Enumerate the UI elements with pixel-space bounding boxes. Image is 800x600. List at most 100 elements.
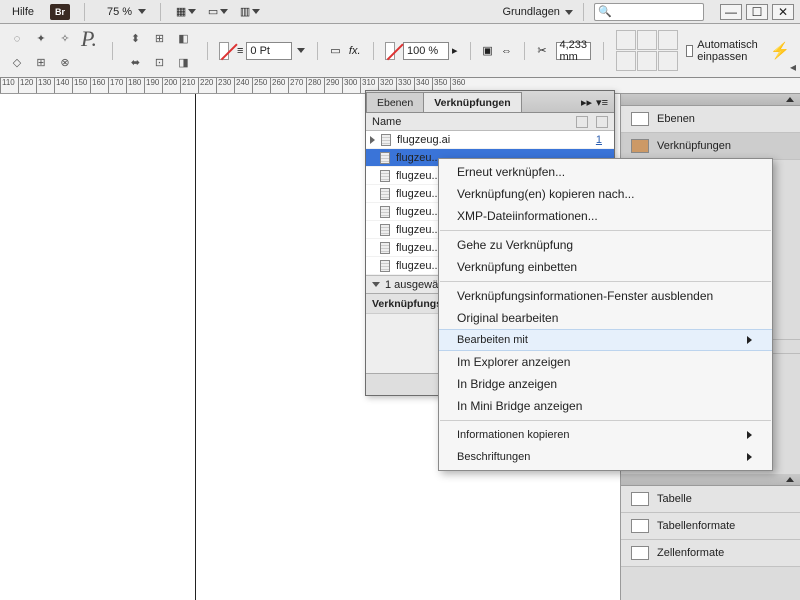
panel-tabelle[interactable]: Tabelle <box>621 486 800 513</box>
tool-icon[interactable]: ⬌ <box>125 52 147 74</box>
fit-button[interactable] <box>616 51 636 71</box>
tool-icon[interactable]: ⊞ <box>149 28 171 50</box>
panel-menu-icon[interactable]: ▾≡ <box>596 96 608 109</box>
ruler-tick: 120 <box>18 78 36 94</box>
tool-icon[interactable]: ◨ <box>173 52 195 74</box>
table-icon <box>631 492 649 506</box>
links-icon <box>631 139 649 153</box>
view-options-button[interactable]: ▦ <box>175 3 197 21</box>
menu-relink[interactable]: Erneut verknüpfen... <box>439 161 772 183</box>
ruler-tick: 230 <box>216 78 234 94</box>
close-button[interactable]: ✕ <box>772 4 794 20</box>
tool-icon[interactable]: ◧ <box>173 28 195 50</box>
separator <box>317 42 318 60</box>
menu-hide-link-info[interactable]: Verknüpfungsinformationen-Fenster ausble… <box>439 285 772 307</box>
ruler-tick: 150 <box>72 78 90 94</box>
tool-icon[interactable]: ◇ <box>6 52 28 74</box>
minimize-button[interactable]: — <box>720 4 742 20</box>
paragraph-icon[interactable]: P. <box>78 28 100 50</box>
workspace-switcher[interactable]: Grundlagen <box>502 6 573 18</box>
tool-icon[interactable]: ✧ <box>54 28 76 50</box>
menu-embed-link[interactable]: Verknüpfung einbetten <box>439 256 772 278</box>
maximize-button[interactable]: ☐ <box>746 4 768 20</box>
screen-mode-button[interactable]: ▭ <box>207 3 229 21</box>
tool-icon[interactable]: ✦ <box>30 28 52 50</box>
fx-button[interactable]: ▭ <box>330 42 341 60</box>
tool-icon[interactable]: ⊞ <box>30 52 52 74</box>
frame-fit-button[interactable]: ⇔ <box>501 42 512 60</box>
tool-icon[interactable] <box>78 52 100 74</box>
tool-icon[interactable]: ◌ <box>6 28 28 50</box>
opacity-field[interactable]: 100 % ▸ <box>403 42 458 60</box>
chevron-right-icon: ▸ <box>452 44 458 57</box>
layers-icon <box>631 112 649 126</box>
arrange-button[interactable]: ▥ <box>239 3 261 21</box>
link-filename: flugzeu... <box>396 242 441 254</box>
expand-triangle-icon[interactable] <box>370 136 375 144</box>
column-name[interactable]: Name <box>372 116 401 128</box>
menu-separator <box>440 420 771 421</box>
menu-copy-links-to[interactable]: Verknüpfung(en) kopieren nach... <box>439 183 772 205</box>
menu-copy-info[interactable]: Informationen kopieren <box>439 424 772 446</box>
menu-xmp-info[interactable]: XMP-Dateiinformationen... <box>439 205 772 227</box>
menu-goto-link[interactable]: Gehe zu Verknüpfung <box>439 234 772 256</box>
menu-show-in-minibridge[interactable]: In Mini Bridge anzeigen <box>439 395 772 417</box>
separator <box>603 42 604 60</box>
panel-tabellenformate[interactable]: Tabellenformate <box>621 513 800 540</box>
frame-fit-button[interactable]: ▣ <box>482 42 493 60</box>
fit-button[interactable] <box>658 51 678 71</box>
expand-icon[interactable]: ◂ <box>790 60 796 74</box>
menu-hilfe[interactable]: Hilfe <box>6 4 40 20</box>
menu-edit-with[interactable]: Bearbeiten mit <box>439 329 772 351</box>
panel-label: Tabelle <box>657 493 692 505</box>
panel-collapse-bar[interactable] <box>621 94 800 106</box>
tool-icon[interactable]: ⬍ <box>125 28 147 50</box>
panel-collapse-bar[interactable] <box>621 474 800 486</box>
no-fill-icon[interactable] <box>385 42 395 60</box>
tab-ebenen[interactable]: Ebenen <box>366 92 424 112</box>
menu-captions[interactable]: Beschriftungen <box>439 446 772 468</box>
panel-collapse-icon[interactable]: ▸▸ <box>581 96 592 109</box>
quick-apply-icon[interactable]: ⚡ <box>770 41 794 61</box>
zoom-dropdown[interactable]: 75 % <box>107 6 146 18</box>
ruler-tick: 130 <box>36 78 54 94</box>
fx-button[interactable]: fx. <box>349 42 361 60</box>
menu-label: Informationen kopieren <box>457 429 570 441</box>
fit-button[interactable] <box>658 30 678 50</box>
bridge-badge[interactable]: Br <box>50 4 70 20</box>
link-page-number[interactable]: 1 <box>596 134 610 146</box>
fit-button[interactable] <box>637 51 657 71</box>
fit-button[interactable] <box>616 30 636 50</box>
panel-ebenen[interactable]: Ebenen <box>621 106 800 133</box>
link-thumbnail-icon <box>381 134 391 146</box>
submenu-arrow-icon <box>747 453 752 461</box>
panel-zellenformate[interactable]: Zellenformate <box>621 540 800 567</box>
tab-verknuepfungen[interactable]: Verknüpfungen <box>423 92 521 112</box>
links-context-menu: Erneut verknüpfen... Verknüpfung(en) kop… <box>438 158 773 471</box>
warning-column-icon[interactable] <box>576 116 588 128</box>
tool-cluster-mid: ⬍ ⊞ ◧ ⬌ ⊡ ◨ <box>125 28 195 74</box>
fit-button[interactable] <box>637 30 657 50</box>
menu-separator <box>440 281 771 282</box>
triangle-down-icon[interactable] <box>372 282 380 287</box>
chevron-down-icon <box>565 10 573 15</box>
tool-icon[interactable]: ⊗ <box>54 52 76 74</box>
search-input[interactable]: 🔍 <box>594 3 704 21</box>
mm-field[interactable]: 4,233 mm <box>556 42 592 60</box>
ruler-tick: 190 <box>144 78 162 94</box>
stroke-weight-field[interactable]: ≡ 0 Pt <box>237 42 305 60</box>
no-stroke-icon[interactable] <box>219 42 229 60</box>
zoom-value: 75 % <box>107 6 132 18</box>
panel-verknuepfungen[interactable]: Verknüpfungen <box>621 133 800 160</box>
menu-show-in-explorer[interactable]: Im Explorer anzeigen <box>439 351 772 373</box>
page-column-icon[interactable] <box>596 116 608 128</box>
menu-show-in-bridge[interactable]: In Bridge anzeigen <box>439 373 772 395</box>
ruler-tick: 170 <box>108 78 126 94</box>
separator <box>84 3 85 21</box>
autofit-checkbox[interactable]: Automatisch einpassen <box>686 39 763 63</box>
link-filename: flugzeu... <box>396 170 441 182</box>
menu-edit-original[interactable]: Original bearbeiten <box>439 307 772 329</box>
tool-icon[interactable]: ⊡ <box>149 52 171 74</box>
link-row[interactable]: flugzeug.ai1 <box>366 131 614 149</box>
crop-icon[interactable]: ✂ <box>537 42 548 60</box>
